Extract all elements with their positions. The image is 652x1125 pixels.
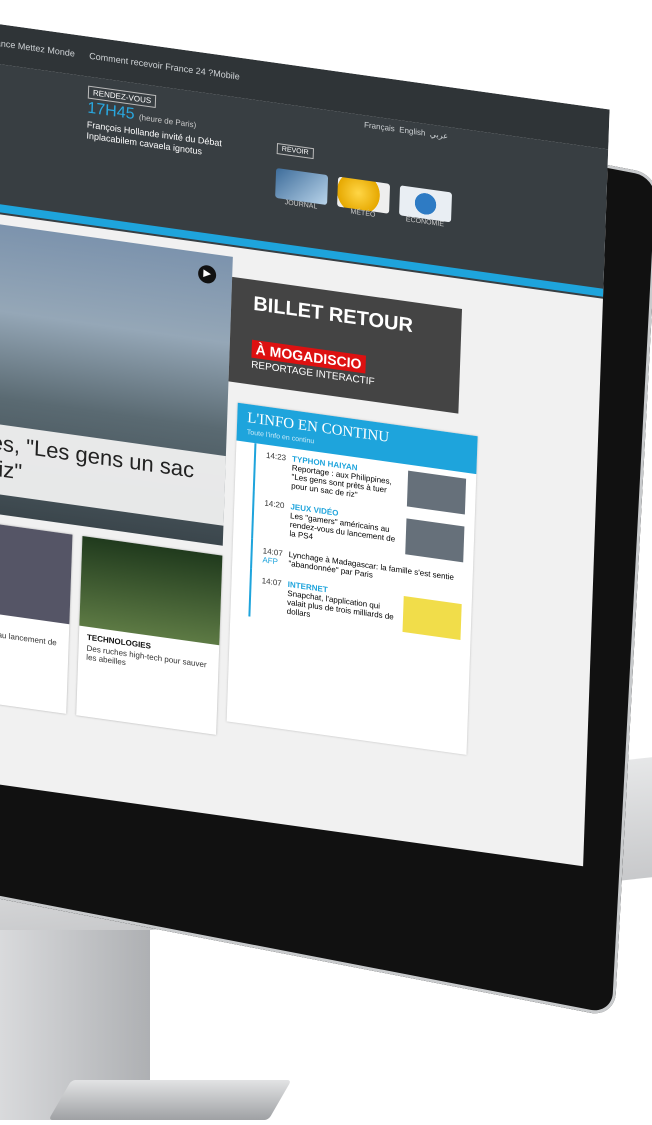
item-time: 14:07 <box>261 576 282 588</box>
nav-link-2[interactable]: Comment recevoir France 24 ? <box>89 51 213 78</box>
nav-link-3[interactable]: Mobile <box>213 68 240 82</box>
article-text: américains au lancement de <box>0 625 57 648</box>
article-card[interactable]: américains au lancement de <box>0 517 73 714</box>
snapchat-icon <box>402 596 462 641</box>
ad-banner[interactable]: BILLET RETOUR À MOGADISCIO REPORTAGE INT… <box>228 276 463 414</box>
article-image <box>0 517 73 625</box>
live-feed: L'INFO EN CONTINU Toute l'info en contin… <box>226 402 478 755</box>
item-thumbnail <box>406 470 467 515</box>
weather-icon <box>337 176 391 214</box>
screen: France Mettez Monde Comment recevoir Fra… <box>0 0 652 1125</box>
item-time: 14:23 <box>265 450 287 463</box>
item-time: 14:20 <box>264 498 285 511</box>
item-source: AFP <box>262 555 279 567</box>
ad-line1: BILLET RETOUR <box>252 292 414 338</box>
replay-journal[interactable]: JOURNAL <box>275 167 329 212</box>
nav-link-1[interactable]: France Mettez Monde <box>0 36 75 58</box>
item-thumbnail <box>405 518 465 563</box>
journal-icon <box>275 167 329 206</box>
article-card[interactable]: TECHNOLOGIES Des ruches high-tech pour s… <box>76 536 223 735</box>
replay-meteo[interactable]: MÉTÉO <box>337 176 391 221</box>
replay-economie[interactable]: ÉCONOMIE <box>399 185 453 229</box>
website: France Mettez Monde Comment recevoir Fra… <box>0 20 610 867</box>
item-time: 14:07 AFP <box>262 546 283 567</box>
article-image <box>79 536 223 646</box>
